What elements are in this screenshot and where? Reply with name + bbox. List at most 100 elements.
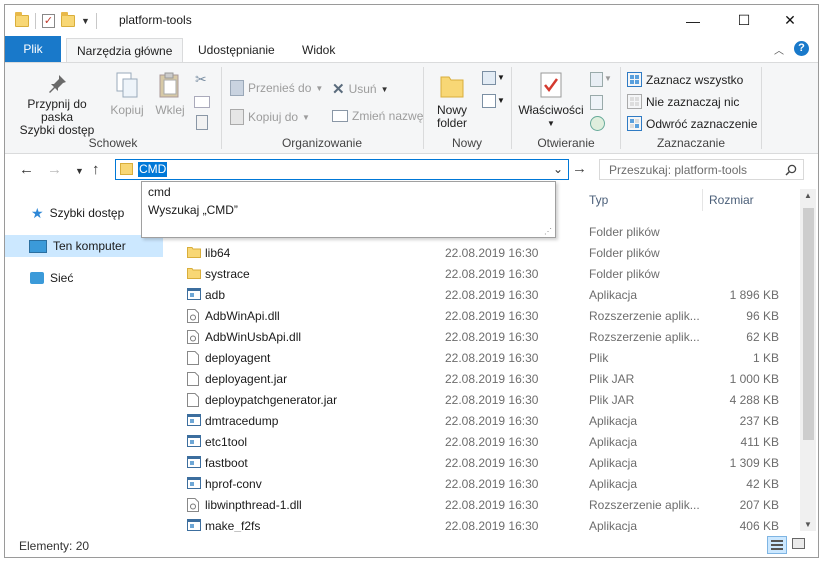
file-icon	[187, 351, 199, 368]
table-row[interactable]: deployagent.jar 22.08.2019 16:30 Plik JAR 1…	[163, 369, 799, 390]
delete-button[interactable]: ✕ Usuń ▼	[332, 80, 389, 98]
address-bar[interactable]: CMD ⌄	[115, 159, 569, 180]
file-name: make_f2fs	[205, 519, 261, 533]
chevron-down-icon[interactable]: ▼	[604, 74, 612, 83]
star-icon: ★	[31, 204, 44, 221]
select-all-button[interactable]: Zaznacz wszystko	[627, 72, 743, 87]
search-box[interactable]: Przeszukaj: platform-tools	[599, 159, 804, 180]
column-header-size[interactable]: Rozmiar	[709, 193, 754, 215]
table-row[interactable]: etc1tool 22.08.2019 16:30 Aplikacja 411 KB	[163, 432, 799, 453]
nav-item-this-pc[interactable]: Ten komputer	[5, 235, 163, 257]
copy-to-button[interactable]: Kopiuj do ▼	[230, 109, 310, 125]
close-button[interactable]: ✕	[767, 5, 813, 36]
divider	[702, 189, 703, 211]
go-arrow-icon[interactable]: →	[572, 160, 587, 177]
file-date: 22.08.2019 16:30	[445, 456, 539, 470]
file-date: 22.08.2019 16:30	[445, 288, 539, 302]
explorer-window: ✓ ▼ platform-tools — ☐ ✕ Plik Narzędzia …	[4, 4, 819, 558]
group-clipboard: Przypnij do paska Szybki dostęp Kopiuj W…	[5, 63, 221, 153]
autocomplete-item[interactable]: Wyszukaj „CMD”	[148, 203, 238, 217]
file-type: Folder plików	[589, 246, 660, 260]
copy-button[interactable]: Kopiuj	[109, 71, 145, 117]
file-type: Aplikacja	[589, 414, 638, 428]
tab-home[interactable]: Narzędzia główne	[66, 38, 184, 62]
select-none-button[interactable]: Nie zaznaczaj nic	[627, 94, 739, 109]
table-row[interactable]: fastboot 22.08.2019 16:30 Aplikacja 1 309 K…	[163, 453, 799, 474]
chevron-down-icon[interactable]: ⌄	[553, 162, 563, 176]
up-arrow-icon[interactable]: ↑	[92, 161, 100, 178]
nav-item-network[interactable]: Sieć	[5, 267, 163, 289]
search-icon[interactable]	[785, 164, 797, 176]
file-date: 22.08.2019 16:30	[445, 435, 539, 449]
scroll-down-icon[interactable]: ▼	[804, 520, 812, 529]
new-item-icon[interactable]	[482, 71, 496, 85]
file-size: 406 KB	[739, 519, 779, 533]
recent-locations-chevron-icon[interactable]: ▼	[75, 166, 84, 176]
table-row[interactable]: lib64 22.08.2019 16:30 Folder plików	[163, 243, 799, 264]
rename-button[interactable]: Zmień nazwę	[332, 109, 423, 123]
group-clipboard-label: Schowek	[88, 136, 138, 150]
nav-item-quick-access[interactable]: ★ Szybki dostęp	[5, 202, 163, 224]
properties-qat-icon[interactable]: ✓	[42, 14, 55, 28]
autocomplete-item[interactable]: cmd	[148, 185, 171, 199]
tab-view[interactable]: Widok	[292, 38, 345, 62]
search-input[interactable]: Przeszukaj: platform-tools	[609, 163, 747, 177]
collapse-ribbon-icon[interactable]: ︿	[774, 42, 784, 57]
file-name: deploypatchgenerator.jar	[205, 393, 338, 407]
tab-share[interactable]: Udostępnianie	[188, 38, 285, 62]
edit-icon[interactable]	[590, 95, 603, 110]
help-icon[interactable]: ?	[794, 41, 809, 56]
maximize-button[interactable]: ☐	[721, 5, 767, 36]
scrollbar-thumb[interactable]	[803, 208, 814, 440]
file-size: 237 KB	[739, 414, 779, 428]
table-row[interactable]: AdbWinUsbApi.dll 22.08.2019 16:30 Rozszerz…	[163, 327, 799, 348]
chevron-down-icon[interactable]: ▼	[497, 96, 505, 105]
file-name: lib64	[205, 246, 231, 260]
dll-icon	[187, 309, 199, 326]
history-icon[interactable]	[590, 116, 605, 131]
column-header-type[interactable]: Typ	[589, 193, 608, 215]
file-type: Plik JAR	[589, 393, 635, 407]
copy-path-icon[interactable]	[194, 96, 210, 108]
invert-selection-button[interactable]: Odwróć zaznaczenie	[627, 116, 757, 131]
properties-label: Właściwości	[518, 103, 584, 117]
scroll-up-icon[interactable]: ▲	[804, 191, 812, 200]
copy-to-label: Kopiuj do	[248, 110, 299, 124]
table-row[interactable]: dmtracedump 22.08.2019 16:30 Aplikacja 237 …	[163, 411, 799, 432]
table-row[interactable]: libwinpthread-1.dll 22.08.2019 16:30 Rozsz…	[163, 495, 799, 516]
tab-file[interactable]: Plik	[5, 36, 61, 62]
address-input[interactable]: CMD	[138, 162, 168, 177]
cut-icon[interactable]: ✂	[195, 71, 207, 88]
file-size: 1 KB	[752, 351, 779, 365]
paste-shortcut-icon[interactable]	[196, 115, 208, 130]
table-row[interactable]: systrace 22.08.2019 16:30 Folder plików	[163, 264, 799, 285]
paste-button[interactable]: Wklej	[153, 71, 187, 117]
file-icon	[187, 393, 199, 410]
app-icon	[187, 477, 201, 492]
pin-quick-access-button[interactable]: Przypnij do paska Szybki dostęp	[11, 73, 103, 137]
table-row[interactable]: deployagent 22.08.2019 16:30 Plik 1 KB	[163, 348, 799, 369]
file-type: Rozszerzenie aplik...	[589, 309, 700, 323]
table-row[interactable]: hprof-conv 22.08.2019 16:30 Aplikacja 42 KB	[163, 474, 799, 495]
file-date: 22.08.2019 16:30	[445, 309, 539, 323]
resize-grip-icon[interactable]: ⋰	[544, 227, 552, 236]
large-icons-view-icon[interactable]	[792, 538, 805, 549]
open-icon[interactable]	[590, 72, 603, 87]
group-new: Nowy folder ▼ ▼ Nowy	[424, 63, 510, 153]
chevron-down-icon[interactable]: ▼	[497, 73, 505, 82]
new-folder-button[interactable]: Nowy folder	[432, 71, 472, 130]
move-to-button[interactable]: Przenieś do ▼	[230, 80, 323, 96]
table-row[interactable]: adb 22.08.2019 16:30 Aplikacja 1 896 KB	[163, 285, 799, 306]
back-arrow-icon[interactable]: ←	[19, 161, 34, 178]
customize-qat-dropdown-icon[interactable]: ▼	[81, 16, 90, 26]
details-view-icon[interactable]	[767, 536, 787, 554]
new-folder-qat-icon[interactable]	[61, 12, 75, 27]
properties-button[interactable]: Właściwości ▼	[516, 71, 586, 130]
minimize-button[interactable]: —	[670, 5, 716, 36]
delete-icon: ✕	[332, 81, 345, 98]
forward-arrow-icon[interactable]: →	[47, 161, 62, 178]
table-row[interactable]: AdbWinApi.dll 22.08.2019 16:30 Rozszerzeni…	[163, 306, 799, 327]
easy-access-icon[interactable]	[482, 94, 496, 108]
dll-icon	[187, 498, 199, 515]
table-row[interactable]: deploypatchgenerator.jar 22.08.2019 16:30…	[163, 390, 799, 411]
